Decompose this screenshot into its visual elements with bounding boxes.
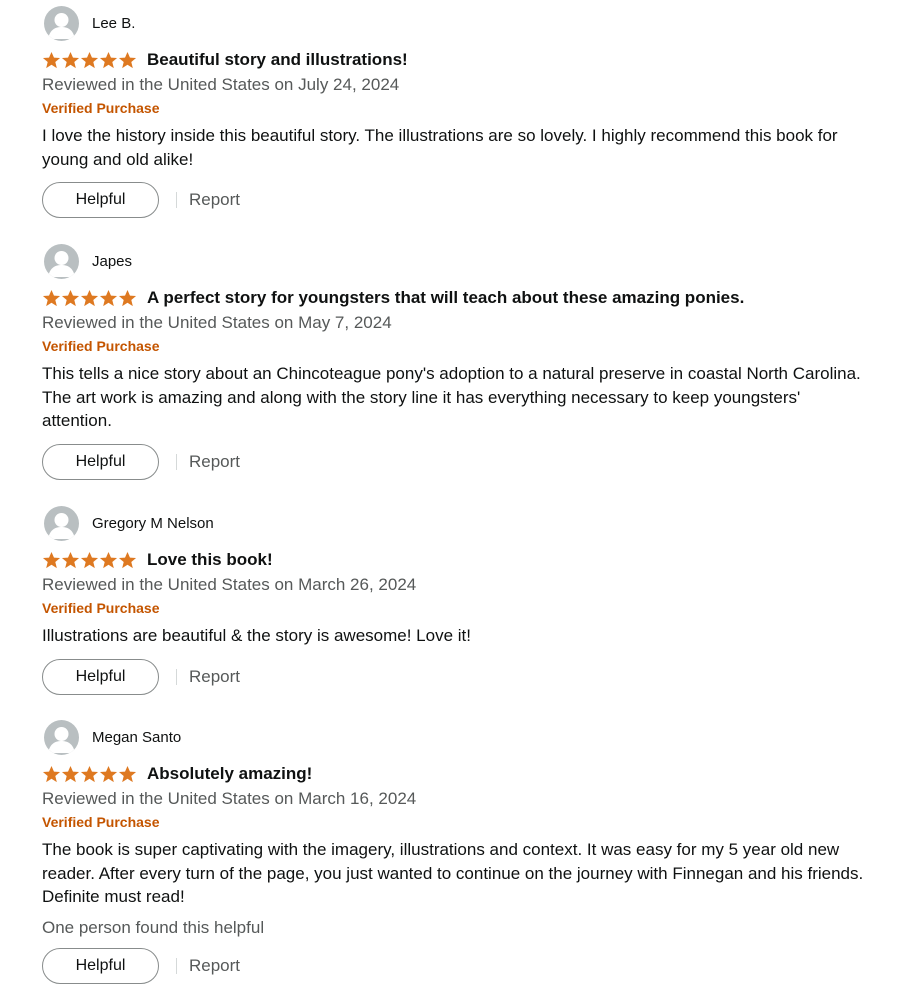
review-body: The book is super captivating with the i… (42, 840, 864, 906)
star-icon (42, 765, 61, 782)
star-icon (80, 289, 99, 306)
divider (176, 453, 177, 470)
star-icon (99, 765, 118, 782)
report-link[interactable]: Report (189, 667, 240, 687)
reviewer-name: Japes (92, 252, 133, 270)
divider (176, 668, 177, 685)
helpful-count: One person found this helpful (42, 917, 265, 937)
divider (176, 192, 177, 208)
review-date: Reviewed in the United States on July 24… (42, 75, 400, 94)
report-link[interactable]: Report (189, 956, 240, 976)
reviewer-name: Megan Santo (92, 728, 182, 746)
default-profile-icon (44, 505, 79, 541)
review-title[interactable]: Beautiful story and illustrations! (147, 50, 408, 70)
star-icon (99, 51, 118, 68)
star-rating[interactable] (42, 289, 137, 308)
review-card: Lee B. Beautiful story and illustrations… (42, 5, 872, 218)
reviewer-name: Gregory M Nelson (92, 514, 214, 532)
star-icon (80, 765, 99, 782)
divider (176, 957, 177, 974)
review-body: This tells a nice story about an Chincot… (42, 364, 861, 430)
review-date: Reviewed in the United States on March 1… (42, 789, 417, 808)
star-icon (118, 765, 137, 782)
star-icon (80, 551, 99, 568)
default-profile-icon (44, 243, 79, 279)
star-icon (99, 289, 118, 306)
star-icon (118, 289, 137, 306)
reviewer-profile[interactable]: Lee B. (44, 5, 872, 41)
star-rating[interactable] (42, 551, 137, 570)
star-icon (61, 51, 80, 68)
report-link[interactable]: Report (189, 452, 240, 472)
review-card: Megan Santo Absolutely amazing! Reviewed… (42, 719, 872, 984)
helpful-button[interactable]: Helpful (42, 947, 159, 984)
star-icon (61, 289, 80, 306)
reviewer-profile[interactable]: Megan Santo (44, 719, 872, 755)
review-title[interactable]: Love this book! (147, 550, 273, 570)
star-icon (118, 551, 137, 568)
review-title[interactable]: A perfect story for youngsters that will… (147, 288, 744, 308)
verified-purchase-badge: Verified Purchase (42, 338, 160, 354)
star-icon (80, 51, 99, 68)
star-icon (99, 551, 118, 568)
reviewer-profile[interactable]: Gregory M Nelson (44, 505, 872, 541)
star-rating[interactable] (42, 51, 137, 70)
reviewer-name: Lee B. (92, 14, 136, 32)
helpful-button[interactable]: Helpful (42, 182, 159, 218)
review-date: Reviewed in the United States on May 7, … (42, 313, 392, 332)
review-body: Illustrations are beautiful & the story … (42, 626, 471, 645)
review-title[interactable]: Absolutely amazing! (147, 764, 312, 784)
report-link[interactable]: Report (189, 190, 240, 210)
star-icon (42, 551, 61, 568)
default-profile-icon (44, 5, 79, 41)
star-icon (118, 51, 137, 68)
star-icon (42, 51, 61, 68)
reviewer-profile[interactable]: Japes (44, 243, 872, 279)
star-rating[interactable] (42, 765, 137, 784)
verified-purchase-badge: Verified Purchase (42, 600, 160, 616)
helpful-button[interactable]: Helpful (42, 658, 159, 695)
star-icon (61, 765, 80, 782)
review-card: Gregory M Nelson Love this book! Reviewe… (42, 505, 872, 695)
star-icon (42, 289, 61, 306)
review-body: I love the history inside this beautiful… (42, 126, 838, 169)
helpful-button[interactable]: Helpful (42, 443, 159, 480)
star-icon (61, 551, 80, 568)
default-profile-icon (44, 719, 79, 755)
verified-purchase-badge: Verified Purchase (42, 100, 160, 116)
review-date: Reviewed in the United States on March 2… (42, 575, 417, 594)
review-card: Japes A perfect story for youngsters tha… (42, 243, 872, 480)
verified-purchase-badge: Verified Purchase (42, 814, 160, 830)
